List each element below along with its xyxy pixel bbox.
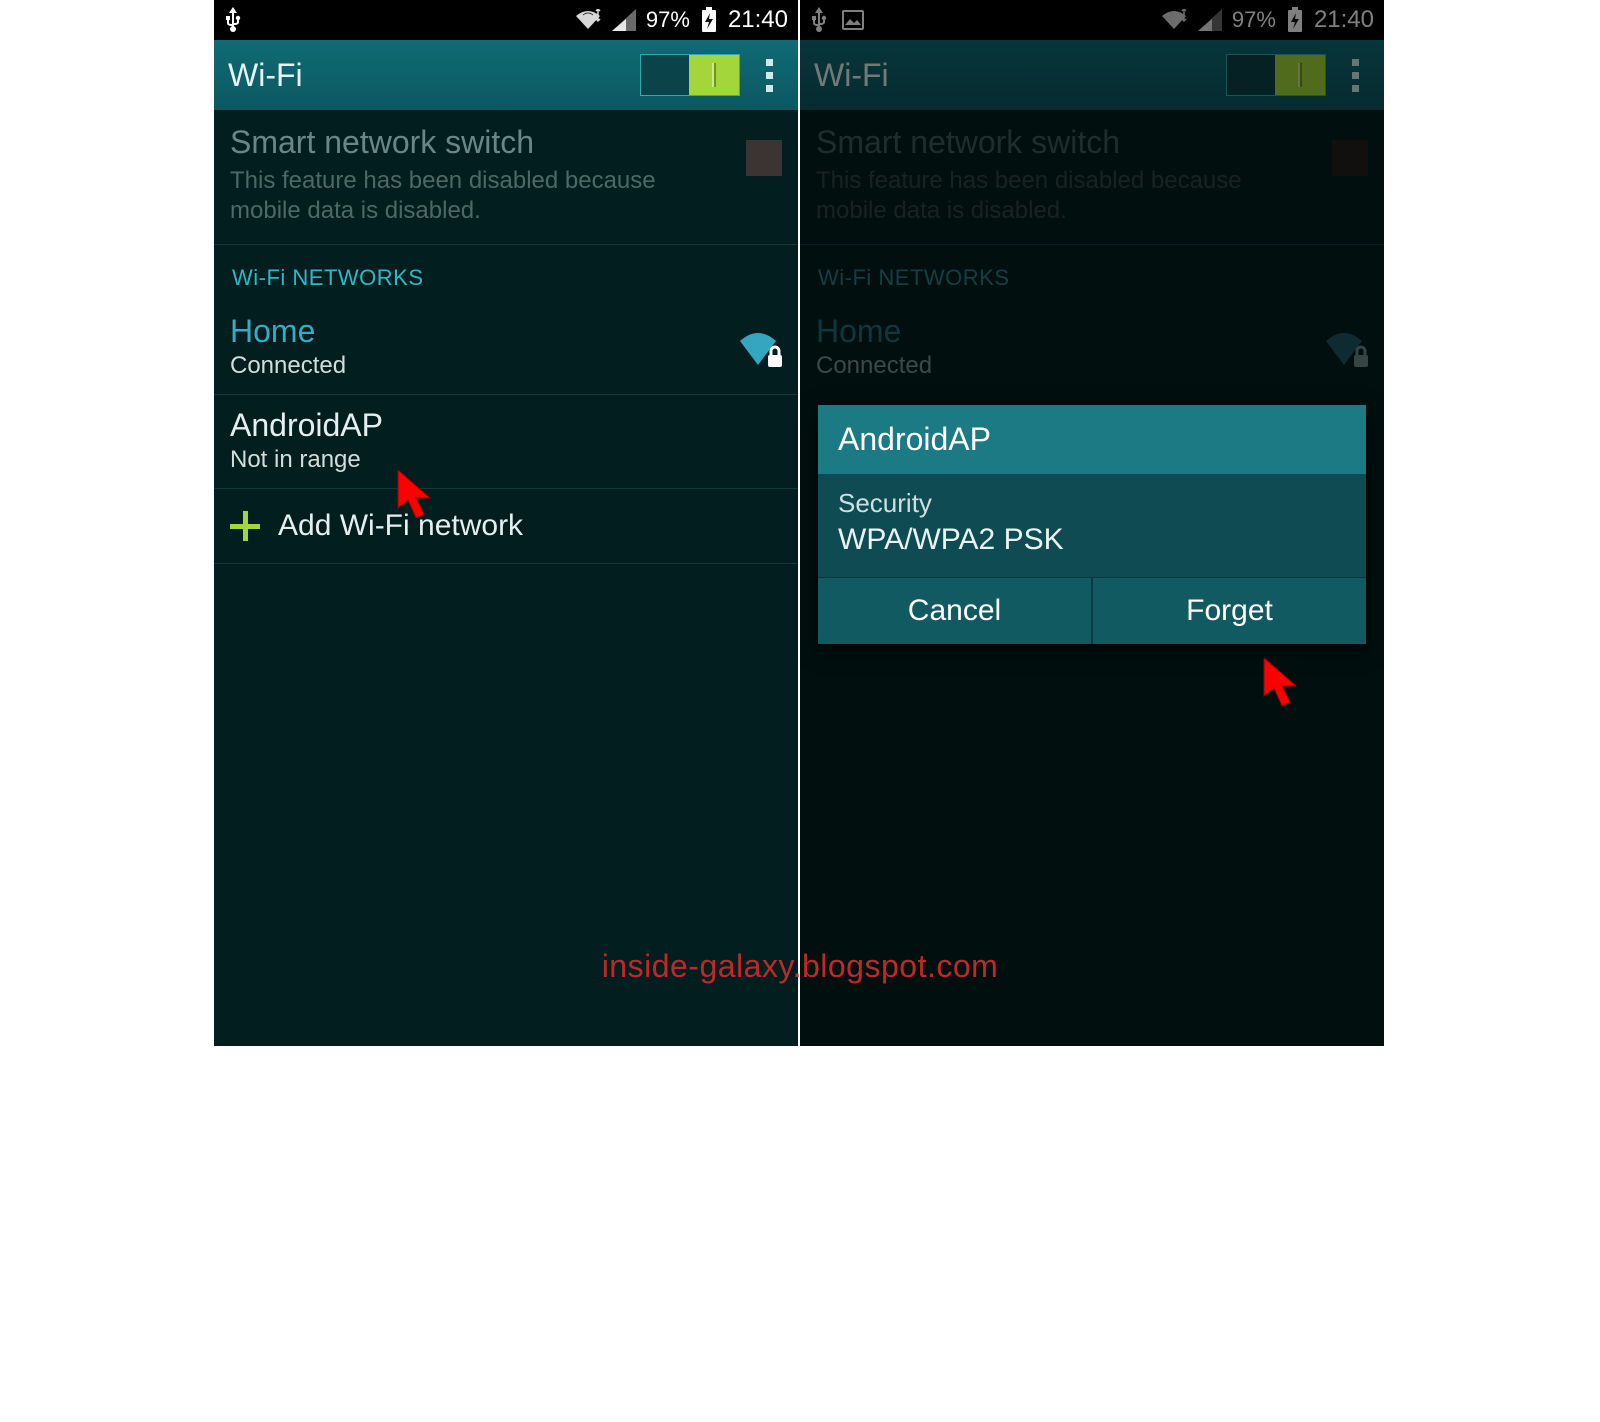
wifi-toggle[interactable] — [1226, 54, 1326, 96]
sns-title: Smart network switch — [230, 122, 730, 162]
dialog-security-value: WPA/WPA2 PSK — [838, 523, 1346, 557]
wifi-status-icon — [574, 9, 602, 31]
status-time: 21:40 — [1314, 6, 1374, 34]
network-row-androidap[interactable]: AndroidAP Not in range — [214, 395, 798, 489]
battery-charging-icon — [1286, 7, 1304, 33]
wifi-status-icon — [1160, 9, 1188, 31]
wifi-secure-icon — [1322, 327, 1368, 367]
status-time: 21:40 — [728, 6, 788, 34]
cursor-annotation — [1260, 658, 1300, 710]
sns-subtitle: This feature has been disabled because m… — [816, 166, 1316, 226]
screenshot-left: 97% 21:40 Wi-Fi Smart network switch Thi… — [214, 0, 798, 1046]
page-title: Wi-Fi — [814, 57, 1226, 94]
network-dialog: AndroidAP Security WPA/WPA2 PSK Cancel F… — [818, 405, 1366, 644]
dialog-body: Security WPA/WPA2 PSK — [818, 474, 1366, 577]
signal-icon — [612, 9, 636, 31]
battery-charging-icon — [700, 7, 718, 33]
sns-checkbox[interactable] — [746, 140, 782, 176]
overflow-menu-icon[interactable] — [754, 59, 784, 92]
network-status: Not in range — [230, 446, 782, 474]
wifi-networks-header: Wi-Fi NETWORKS — [800, 245, 1384, 301]
cancel-button[interactable]: Cancel — [818, 578, 1091, 644]
network-name: Home — [230, 313, 736, 350]
wifi-secure-icon — [736, 327, 782, 367]
plus-icon — [230, 511, 260, 541]
screenshot-right: 97% 21:40 Wi-Fi Smart network switch Thi… — [800, 0, 1384, 1046]
sns-title: Smart network switch — [816, 122, 1316, 162]
wifi-networks-header: Wi-Fi NETWORKS — [214, 245, 798, 301]
network-name: Home — [816, 313, 1322, 350]
wifi-header: Wi-Fi — [800, 40, 1384, 110]
network-status: Connected — [816, 352, 1322, 380]
smart-network-switch-row[interactable]: Smart network switch This feature has be… — [800, 110, 1384, 245]
network-row-home[interactable]: Home Connected — [800, 301, 1384, 394]
smart-network-switch-row[interactable]: Smart network switch This feature has be… — [214, 110, 798, 245]
wifi-header: Wi-Fi — [214, 40, 798, 110]
status-bar: 97% 21:40 — [214, 0, 798, 40]
signal-icon — [1198, 9, 1222, 31]
battery-percent: 97% — [1232, 7, 1276, 33]
network-status: Connected — [230, 352, 736, 380]
wifi-toggle[interactable] — [640, 54, 740, 96]
usb-icon — [810, 7, 828, 33]
add-wifi-label: Add Wi-Fi network — [278, 509, 523, 543]
forget-button[interactable]: Forget — [1091, 578, 1366, 644]
status-bar: 97% 21:40 — [800, 0, 1384, 40]
usb-icon — [224, 7, 242, 33]
add-wifi-row[interactable]: Add Wi-Fi network — [214, 489, 798, 564]
page-title: Wi-Fi — [228, 57, 640, 94]
network-row-home[interactable]: Home Connected — [214, 301, 798, 395]
dialog-title: AndroidAP — [818, 405, 1366, 474]
dialog-security-label: Security — [838, 488, 1346, 519]
watermark-text: inside-galaxy.blogspot.com — [0, 948, 1600, 985]
sns-checkbox[interactable] — [1332, 140, 1368, 176]
gallery-icon — [842, 10, 864, 30]
network-name: AndroidAP — [230, 407, 782, 444]
battery-percent: 97% — [646, 7, 690, 33]
overflow-menu-icon[interactable] — [1340, 59, 1370, 92]
sns-subtitle: This feature has been disabled because m… — [230, 166, 730, 226]
